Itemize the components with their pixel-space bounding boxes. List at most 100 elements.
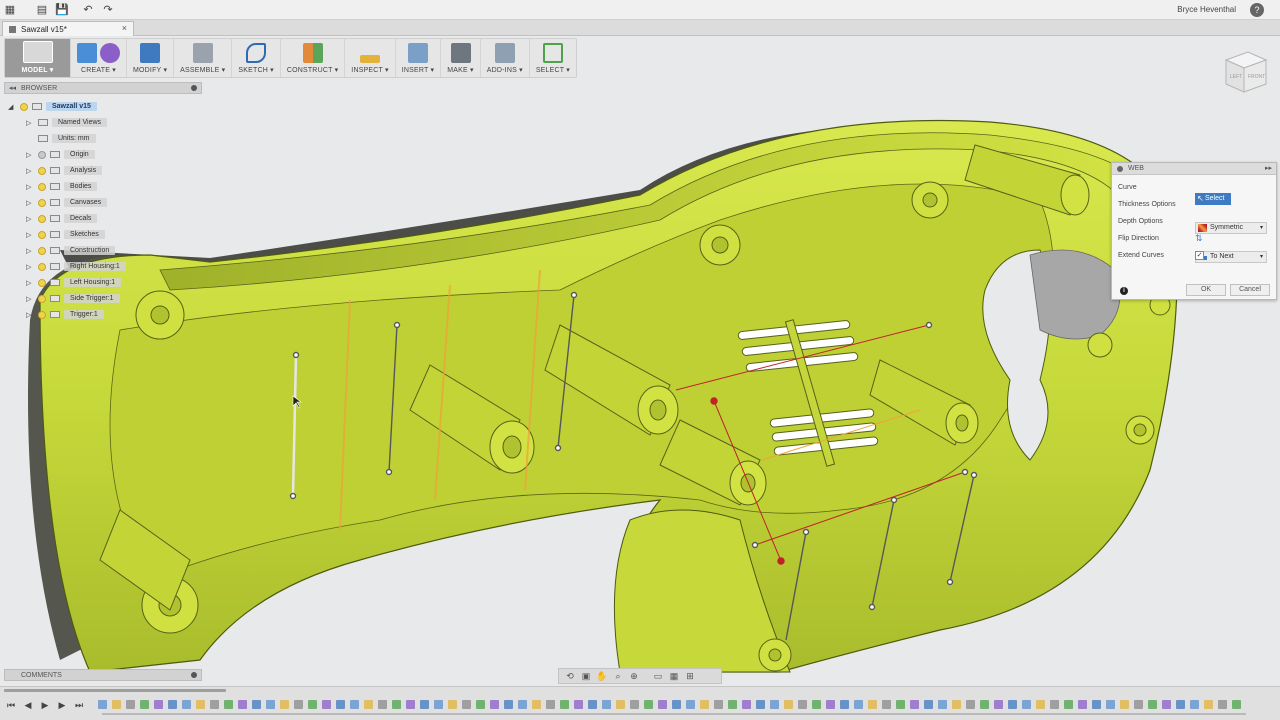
timeline-feature-icon[interactable] [784, 700, 793, 709]
expand-arrow-icon[interactable]: ▷ [26, 311, 34, 319]
timeline-feature-icon[interactable] [1064, 700, 1073, 709]
timeline-feature-icon[interactable] [994, 700, 1003, 709]
user-menu[interactable]: Bryce Heventhal [1177, 5, 1236, 14]
timeline-feature-icon[interactable] [1218, 700, 1227, 709]
visibility-bulb-icon[interactable] [38, 166, 46, 175]
expand-arrow-icon[interactable]: ▷ [26, 247, 34, 255]
comments-panel-header[interactable]: COMMENTS [4, 669, 202, 681]
workspace-switcher-button[interactable]: MODEL ▾ [5, 39, 71, 77]
timeline-feature-icon[interactable] [420, 700, 429, 709]
expand-arrow-icon[interactable]: ▷ [26, 199, 34, 207]
timeline-feature-icon[interactable] [686, 700, 695, 709]
inspect-menu-button[interactable]: INSPECT ▾ [345, 39, 396, 77]
ok-button[interactable]: OK [1186, 284, 1226, 296]
timeline-feature-icon[interactable] [546, 700, 555, 709]
expand-arrow-icon[interactable]: ▷ [26, 263, 34, 271]
timeline-feature-icon[interactable] [910, 700, 919, 709]
tree-item-units[interactable]: Units: mm [34, 132, 96, 145]
timeline-feature-icon[interactable] [434, 700, 443, 709]
pan-hand-icon[interactable]: ✋ [595, 671, 609, 682]
timeline-feature-icon[interactable] [1162, 700, 1171, 709]
expand-arrow-icon[interactable]: ▷ [26, 231, 34, 239]
go-to-end-icon[interactable]: ⏭ [72, 698, 86, 712]
tree-item-construction[interactable]: ▷ Construction [26, 244, 116, 257]
timeline-feature-icon[interactable] [756, 700, 765, 709]
expand-arrow-icon[interactable]: ▷ [26, 119, 34, 127]
timeline-feature-icon[interactable] [1204, 700, 1213, 709]
timeline-feature-icon[interactable] [126, 700, 135, 709]
fit-zoom-icon[interactable]: ⊕ [627, 671, 641, 682]
timeline-feature-icon[interactable] [854, 700, 863, 709]
timeline-feature-icon[interactable] [1148, 700, 1157, 709]
timeline-feature-icon[interactable] [1092, 700, 1101, 709]
timeline-feature-icon[interactable] [700, 700, 709, 709]
app-grid-icon[interactable]: ▦ [0, 0, 20, 20]
timeline-feature-icon[interactable] [1176, 700, 1185, 709]
tree-item-sketches[interactable]: ▷ Sketches [26, 228, 105, 241]
expand-dialog-icon[interactable]: ▸▸ [1265, 163, 1272, 175]
timeline-feature-icon[interactable] [1008, 700, 1017, 709]
timeline-feature-icon[interactable] [924, 700, 933, 709]
viewcube-front-label[interactable]: FRONT [1248, 74, 1265, 80]
timeline-feature-icon[interactable] [1134, 700, 1143, 709]
visibility-bulb-icon[interactable] [38, 278, 46, 287]
timeline-feature-icon[interactable] [728, 700, 737, 709]
timeline-feature-icon[interactable] [574, 700, 583, 709]
tree-item-canvases[interactable]: ▷ Canvases [26, 196, 108, 209]
timeline-feature-icon[interactable] [168, 700, 177, 709]
tree-item-side-trigger[interactable]: ▷ Side Trigger:1 [26, 292, 120, 305]
visibility-bulb-icon[interactable] [38, 198, 46, 207]
insert-menu-button[interactable]: INSERT ▾ [396, 39, 442, 77]
visibility-bulb-icon[interactable] [38, 214, 46, 223]
timeline-feature-icon[interactable] [1022, 700, 1031, 709]
redo-icon[interactable]: ↷ [98, 0, 118, 20]
timeline-feature-icon[interactable] [392, 700, 401, 709]
expand-arrow-icon[interactable]: ◢ [8, 103, 16, 111]
timeline-feature-icon[interactable] [630, 700, 639, 709]
timeline-feature-icon[interactable] [266, 700, 275, 709]
timeline-feature-icon[interactable] [1078, 700, 1087, 709]
panel-pin-icon[interactable] [191, 85, 197, 91]
tree-item-analysis[interactable]: ▷ Analysis [26, 164, 103, 177]
timeline-feature-icon[interactable] [238, 700, 247, 709]
timeline-feature-icon[interactable] [1106, 700, 1115, 709]
timeline-feature-icon[interactable] [966, 700, 975, 709]
tree-item-origin[interactable]: ▷ Origin [26, 148, 95, 161]
timeline-marker-track[interactable] [102, 713, 1246, 715]
timeline-feature-icon[interactable] [882, 700, 891, 709]
grid-settings-icon[interactable]: ▦ [667, 671, 681, 682]
timeline-feature-icon[interactable] [1036, 700, 1045, 709]
timeline-feature-icon[interactable] [560, 700, 569, 709]
view-cube[interactable]: LEFT FRONT [1218, 46, 1272, 98]
timeline-feature-icon[interactable] [742, 700, 751, 709]
timeline-feature-icon[interactable] [476, 700, 485, 709]
tree-root[interactable]: ◢ Sawzall v15 [8, 100, 97, 113]
expand-arrow-icon[interactable]: ▷ [26, 167, 34, 175]
timeline-feature-icon[interactable] [672, 700, 681, 709]
timeline-feature-icon[interactable] [840, 700, 849, 709]
make-menu-button[interactable]: MAKE ▾ [441, 39, 481, 77]
tree-item-named-views[interactable]: ▷ Named Views [26, 116, 108, 129]
timeline-scrollbar[interactable] [4, 689, 226, 692]
create-menu-button[interactable]: CREATE ▾ [71, 39, 127, 77]
timeline-feature-icon[interactable] [518, 700, 527, 709]
expand-arrow-icon[interactable]: ▷ [26, 279, 34, 287]
timeline-feature-icon[interactable] [812, 700, 821, 709]
visibility-bulb-icon[interactable] [38, 262, 46, 271]
timeline-feature-icon[interactable] [504, 700, 513, 709]
timeline-feature-icon[interactable] [714, 700, 723, 709]
timeline-feature-icon[interactable] [658, 700, 667, 709]
timeline-feature-icon[interactable] [196, 700, 205, 709]
info-icon[interactable]: i [1120, 287, 1128, 295]
timeline-feature-icon[interactable] [364, 700, 373, 709]
expand-arrow-icon[interactable]: ▷ [26, 295, 34, 303]
modify-menu-button[interactable]: MODIFY ▾ [127, 39, 175, 77]
timeline-feature-icon[interactable] [378, 700, 387, 709]
flip-direction-icon[interactable]: ⇅ [1195, 233, 1207, 243]
visibility-bulb-icon[interactable] [38, 150, 46, 159]
orbit-icon[interactable]: ⟲ [563, 671, 577, 682]
select-menu-button[interactable]: SELECT ▾ [530, 39, 576, 77]
timeline-feature-icon[interactable] [280, 700, 289, 709]
timeline-feature-icon[interactable] [448, 700, 457, 709]
timeline-feature-icon[interactable] [322, 700, 331, 709]
